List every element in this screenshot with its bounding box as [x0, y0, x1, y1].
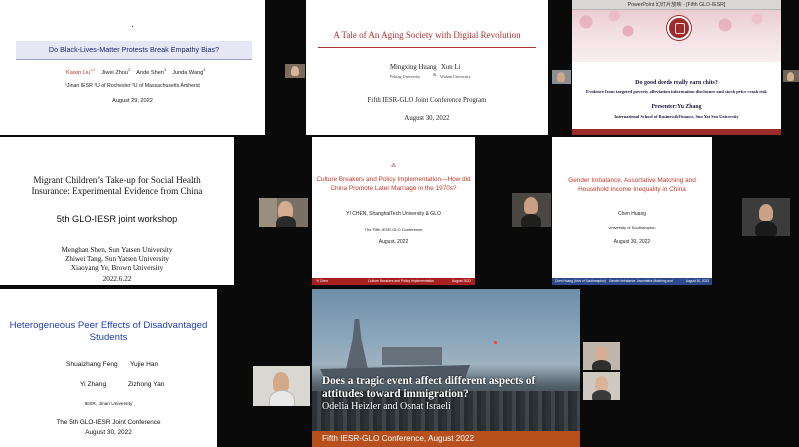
- window-titlebar: PowerPoint 幻灯片放映 - [Fifth GLO-IESR]: [572, 0, 781, 10]
- slide-date: August, 2022: [378, 239, 409, 245]
- participant-video[interactable]: [783, 70, 799, 82]
- slide-date: August 30, 2022: [404, 115, 450, 122]
- author-name: Kaixin Liu: [66, 69, 91, 76]
- footer-title: Culture Breakers and Policy Implementati…: [368, 279, 435, 283]
- slide-affiliation: IESR, Jinan University: [84, 402, 133, 407]
- footer-title: Gender Imbalance, Assortative Matching a…: [609, 279, 673, 283]
- slide-date: August 29, 2022: [112, 98, 153, 104]
- slide-presenter: Presenter:Yu Zhang: [651, 104, 702, 110]
- slide-title-line2: attitudes toward immigration?: [322, 388, 469, 400]
- footer-author: Yi Chen: [316, 279, 328, 283]
- footer-date: August 30, 2022: [685, 279, 709, 283]
- slide-footer: Chen Huang (Univ of Southampton) Gender …: [552, 278, 712, 285]
- participant-video[interactable]: [253, 366, 310, 406]
- footer-date: August 2022: [451, 279, 471, 283]
- author-line: Menghan Shen, Sun Yatsen University: [61, 246, 173, 254]
- slide-workshop: 5th GLO-IESR joint workshop: [56, 214, 178, 224]
- slide-body: [572, 62, 781, 135]
- slide-affiliations: ¹Jinan IESR ²U of Rochester ³U of Massac…: [65, 83, 200, 89]
- author-name: Yujie Han: [130, 361, 159, 368]
- author-sup: 1,2: [90, 68, 96, 72]
- and-mark: &: [433, 72, 437, 77]
- blossom-banner: [572, 10, 781, 62]
- slide-footer: Yi Chen Culture Breakers and Policy Impl…: [312, 278, 475, 285]
- shared-slide-peer-effects: Heterogeneous Peer Effects of Disadvanta…: [0, 289, 217, 447]
- footer-author: Chen Huang (Univ of Southampton): [555, 279, 606, 283]
- author-sup: 3: [203, 68, 206, 72]
- participant-video[interactable]: [583, 372, 620, 400]
- shared-slide-culture-breakers: ⁂ Culture Breakers and Policy Implementa…: [312, 137, 475, 285]
- participant-video[interactable]: [512, 193, 551, 227]
- slide-conference: The Fifth IESR-GLO Conference: [364, 227, 423, 232]
- author-name: Shuaizhang Feng: [66, 361, 118, 368]
- slide-date: August 30, 2022: [85, 429, 132, 436]
- slide-footer: Fifth IESR-GLO Conference, August 2022: [312, 431, 580, 447]
- author-name: Mingxing Huang: [390, 64, 437, 71]
- shared-slide-good-deeds: PowerPoint 幻灯片放映 - [Fifth GLO-IESR] Do g…: [572, 0, 781, 135]
- author-sup: 3: [163, 68, 166, 72]
- author-name: Jiwei Zhou: [101, 69, 129, 76]
- slide-title-line1: Heterogeneous Peer Effects of Disadvanta…: [9, 320, 208, 331]
- author-name: Yi Zhang: [80, 381, 107, 388]
- slide-author: YI CHEN, ShanghaiTech University & GLO: [346, 211, 441, 217]
- slide-authors: Kaixin Liu1,2 Jiwei Zhou2 Ande Shen3 Jun…: [66, 68, 205, 76]
- shared-slide-empathy-bias: ▪ Do Black-Lives-Matter Protests Break E…: [0, 0, 265, 135]
- author-affiliation: Peking University: [390, 74, 421, 79]
- participant-video[interactable]: [285, 64, 305, 78]
- ship-silhouette: [346, 319, 368, 369]
- red-light-icon: [494, 341, 497, 344]
- slide-date: 2022.6.22: [102, 275, 132, 283]
- shared-slide-tragic-event: Does a tragic event affect different asp…: [312, 289, 580, 447]
- author-sup: 2: [128, 68, 131, 72]
- title-rule: [318, 47, 536, 48]
- slide-title-line1: Migrant Children’s Take-up for Social He…: [33, 175, 201, 185]
- slide-marker: ▪: [131, 24, 134, 30]
- slide-title-line1: Gender Imbalance, Assortative Matching a…: [568, 177, 696, 184]
- slide-title: A Tale of An Aging Society with Digital …: [333, 30, 521, 40]
- slide-title-line2: Household Income Inequality in China: [578, 186, 686, 193]
- university-seal-icon: [667, 16, 691, 40]
- author-line: Zhiwei Tang, Sun Yatsen University: [65, 255, 169, 263]
- slide-subtitle: Evidence from targeted poverty alleviati…: [586, 89, 767, 94]
- author-name: Junda Wang: [172, 69, 204, 76]
- slide-author: Chen Huang: [617, 211, 647, 217]
- window-title: PowerPoint 幻灯片放映 - [Fifth GLO-IESR]: [627, 2, 726, 8]
- author-name: Zizhong Yan: [128, 381, 165, 388]
- slide-title-line1: Culture Breakers and Policy Implementati…: [316, 176, 471, 183]
- author-line: Xiaoyang Ye, Brown University: [70, 264, 164, 272]
- empty-gallery-area: [624, 289, 799, 447]
- slide-title-line2: Insurance: Experimental Evidence from Ch…: [31, 186, 203, 196]
- shared-slide-migrant-children: Migrant Children’s Take-up for Social He…: [0, 137, 234, 285]
- slide-date: August 30, 2022: [613, 239, 651, 245]
- participant-video[interactable]: [552, 70, 571, 84]
- slide-authors: Odelia Heizler and Osnat Israeli: [322, 401, 451, 412]
- slide-title-box: Do Black-Lives-Matter Protests Break Emp…: [16, 41, 252, 60]
- slide-title-line1: Does a tragic event affect different asp…: [322, 375, 536, 387]
- slide-conference: The 5th GLO-IESR Joint Conference: [56, 419, 161, 426]
- shared-slide-aging-society: A Tale of An Aging Society with Digital …: [306, 0, 548, 135]
- slide-marker: ⁂: [391, 163, 396, 169]
- slide-title-line2: China Promote Later Marriage in the 1970…: [330, 185, 457, 192]
- slide-affiliation: International School of Business&Finance…: [614, 114, 739, 119]
- participant-video[interactable]: [259, 198, 308, 227]
- author-name: Ande Shen: [136, 69, 164, 76]
- slide-affiliation: University of Southampton: [608, 225, 656, 230]
- participant-video[interactable]: [742, 198, 790, 236]
- slide-title: Do good deeds really earn chits?: [635, 80, 718, 86]
- participant-video[interactable]: [583, 342, 620, 370]
- author-affiliation: Wuhan University: [440, 74, 471, 79]
- footer-text: Fifth IESR-GLO Conference, August 2022: [322, 434, 475, 443]
- slide-title-line2: Students: [89, 332, 128, 343]
- author-name: Xun Li: [441, 64, 461, 71]
- bottom-band: [572, 129, 781, 135]
- slide-title: Do Black-Lives-Matter Protests Break Emp…: [48, 45, 220, 54]
- shared-slide-gender-imbalance: Gender Imbalance, Assortative Matching a…: [552, 137, 712, 285]
- slide-conference: Fifth IESR-GLO Joint Conference Program: [367, 97, 487, 104]
